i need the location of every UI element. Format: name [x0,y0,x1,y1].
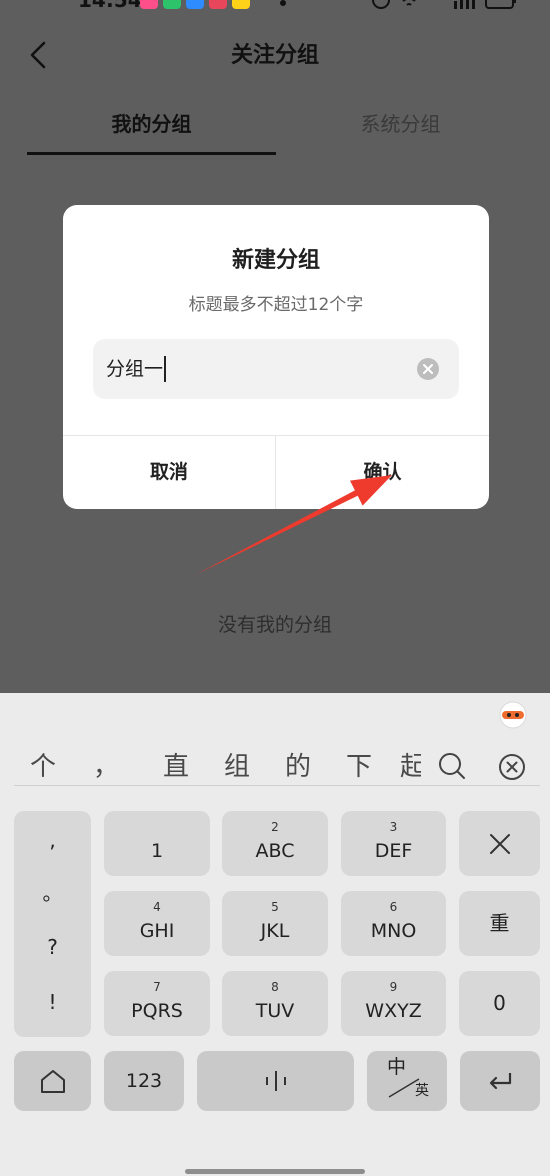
key-letters: ABC [255,840,295,862]
key-4-ghi[interactable]: 4 GHI [104,891,210,956]
page-title: 关注分组 [230,43,319,68]
candidate-bar: 个 ， 直 组 的 下 起 [0,745,421,789]
key-9-wxyz[interactable]: 9 WXYZ [341,971,446,1036]
search-icon[interactable] [437,751,467,781]
empty-state-text: 没有我的分组 [217,614,332,636]
candidate-item[interactable]: 下 [346,749,372,785]
group-name-input[interactable]: 分组一 [93,339,459,399]
key-number: 6 [389,900,398,914]
delete-key[interactable] [459,811,540,876]
keyboard: 个 ， 直 组 的 下 起 , 。 ? ! 1 2 ABC 3 DEF 4 GH… [0,693,550,1176]
key-letters: DEF [374,840,413,862]
key-2-abc[interactable]: 2 ABC [222,811,328,876]
key-8-tuv[interactable]: 8 TUV [222,971,328,1036]
candidate-item[interactable]: ， [93,749,119,785]
notification-icon [232,0,250,9]
key-label: 1 [150,840,164,862]
notification-icon [209,0,227,9]
key-6-mno[interactable]: 6 MNO [341,891,446,956]
enter-key[interactable] [460,1051,540,1111]
punctuation-key[interactable]: ! [14,987,91,1017]
wifi-icon [402,0,416,6]
space-key[interactable] [197,1051,354,1111]
alarm-icon [372,0,390,9]
cancel-button[interactable]: 取消 [63,436,275,509]
close-circle-icon[interactable] [497,752,527,782]
key-number: 4 [153,900,161,914]
key-number: 2 [271,820,279,834]
notification-icon [186,0,204,9]
key-letters: GHI [139,920,175,942]
punctuation-key[interactable]: , [14,825,91,855]
key-7-pqrs[interactable]: 7 PQRS [104,971,210,1036]
reenter-key[interactable]: 重 [459,891,540,956]
home-indicator[interactable] [185,1169,365,1174]
key-number: 8 [271,980,279,994]
signal-icon [454,0,475,9]
key-number: 5 [271,900,279,914]
key-label: 重 [489,911,510,935]
tab-my-groups[interactable]: 我的分组 [27,108,276,140]
key-letters: TUV [255,1000,295,1022]
clear-input-button[interactable] [417,358,439,380]
status-bar: 14:54 [0,0,550,10]
text-cursor [164,356,167,382]
key-5-jkl[interactable]: 5 JKL [222,891,328,956]
language-switch-key[interactable]: 中 英 [367,1051,447,1111]
candidate-item[interactable]: 个 [30,749,56,785]
dot-icon [280,0,286,6]
key-letters: PQRS [131,1000,183,1022]
candidate-item[interactable]: 的 [285,749,311,785]
key-number: 9 [389,980,398,994]
candidate-item[interactable]: 组 [224,749,250,785]
voice-wave-icon [265,1071,286,1091]
keyboard-home-key[interactable] [14,1051,91,1111]
status-time: 14:54 [78,0,142,10]
home-icon [40,1070,65,1093]
numbers-key[interactable]: 123 [104,1051,184,1111]
key-3-def[interactable]: 3 DEF [341,811,446,876]
punctuation-key[interactable]: ? [14,932,91,962]
new-group-dialog: 新建分组 标题最多不超过12个字 分组一 取消 确认 [63,205,489,509]
dialog-title: 新建分组 [231,248,320,273]
language-secondary: 英 [415,1083,429,1099]
punctuation-key[interactable]: 。 [14,878,91,908]
key-number: 3 [389,820,398,834]
candidate-item[interactable]: 起 [400,749,421,785]
mascot-icon[interactable] [498,700,528,730]
group-name-value: 分组一 [106,358,164,380]
active-tab-indicator [27,152,276,155]
key-letters: MNO [370,920,417,942]
battery-icon [485,0,516,9]
notification-icon [163,0,181,9]
key-letters: WXYZ [365,1000,422,1022]
key-0[interactable]: 0 [459,971,540,1036]
key-letters: JKL [260,920,290,942]
confirm-button[interactable]: 确认 [276,436,489,509]
dialog-subtitle: 标题最多不超过12个字 [188,295,364,315]
candidate-divider [14,785,540,786]
key-1[interactable]: 1 [104,811,210,876]
delete-icon [489,833,510,854]
tab-system-groups[interactable]: 系统分组 [276,108,525,140]
slash-divider [388,1078,420,1098]
clear-circle-icon [417,358,439,380]
key-number: 7 [153,980,161,994]
punctuation-column: , 。 ? ! [14,811,91,1037]
enter-icon [489,1073,512,1090]
candidate-item[interactable]: 直 [163,749,189,785]
key-label: 0 [493,991,506,1015]
notification-icon [140,0,158,9]
